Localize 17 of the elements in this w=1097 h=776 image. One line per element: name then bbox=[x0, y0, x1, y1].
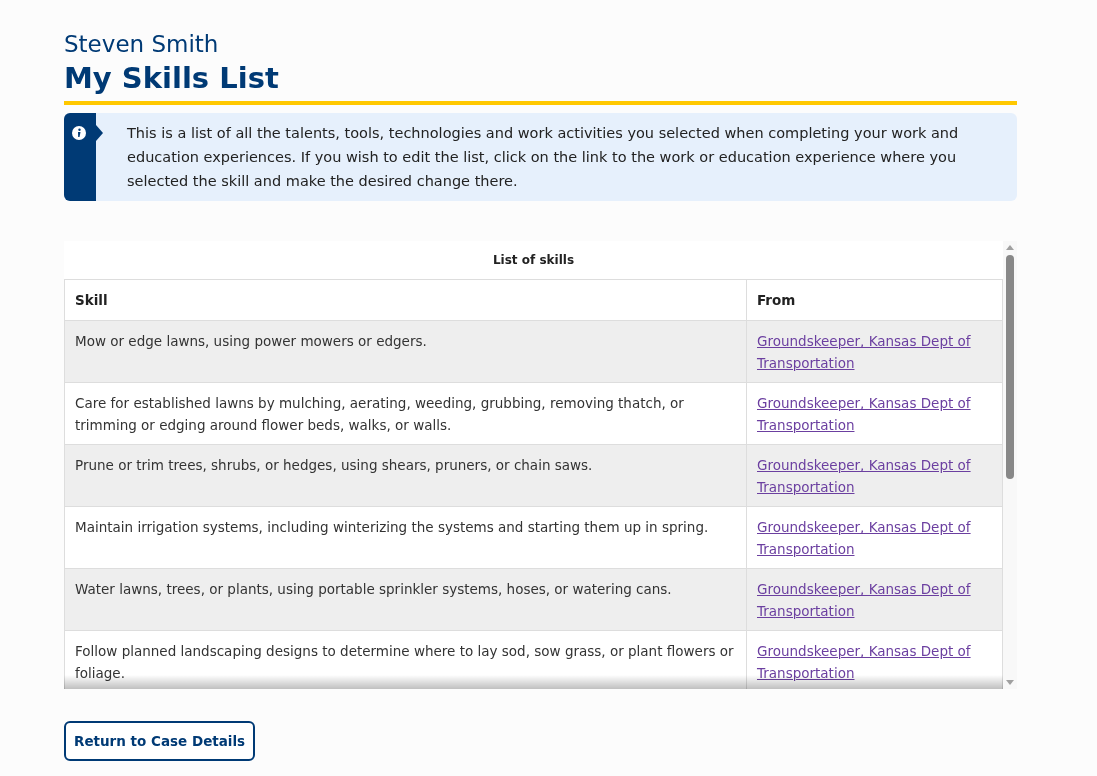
return-button[interactable]: Return to Case Details bbox=[64, 721, 256, 761]
scroll-down-arrow-icon[interactable] bbox=[1005, 679, 1015, 687]
table-cell: Water lawns, trees, or plants, using portable sprinkler systems, hoses, or watering cans. bbox=[64, 568, 747, 631]
column-header: Skill bbox=[64, 279, 747, 321]
table-cell: Care for established lawns by mulching, aerating, weeding, grubbing, removing thatch, or trimming or edging around flower beds, walks, or walls. bbox=[64, 382, 747, 445]
table-cell: Follow planned landscaping designs to determine where to lay sod, sow grass, or plant flowers or foliage. bbox=[64, 630, 747, 689]
info-icon bbox=[72, 126, 86, 140]
table-cell: Mow or edge lawns, using power mowers or edgers. bbox=[64, 320, 747, 383]
table-caption: List of skills bbox=[492, 252, 575, 269]
scroll-up-arrow-icon[interactable] bbox=[1005, 243, 1015, 251]
info-text: This is a list of all the talents, tools, technologies and work activities you selected when completing your work and education experiences. If you wish to edit the list, click on the link to the work or education experience where you selected the skill and make the desired change there. bbox=[126, 124, 960, 191]
column-header: From bbox=[746, 279, 1003, 321]
page-title: My Skills List bbox=[64, 60, 279, 97]
person-name: Steven Smith bbox=[64, 30, 219, 58]
table-cell: Prune or trim trees, shrubs, or hedges, using shears, pruners, or chain saws. bbox=[64, 444, 747, 507]
table-cell: Maintain irrigation systems, including winterizing the systems and starting them up in spring. bbox=[64, 506, 747, 569]
scrollbar[interactable] bbox=[1003, 241, 1017, 689]
